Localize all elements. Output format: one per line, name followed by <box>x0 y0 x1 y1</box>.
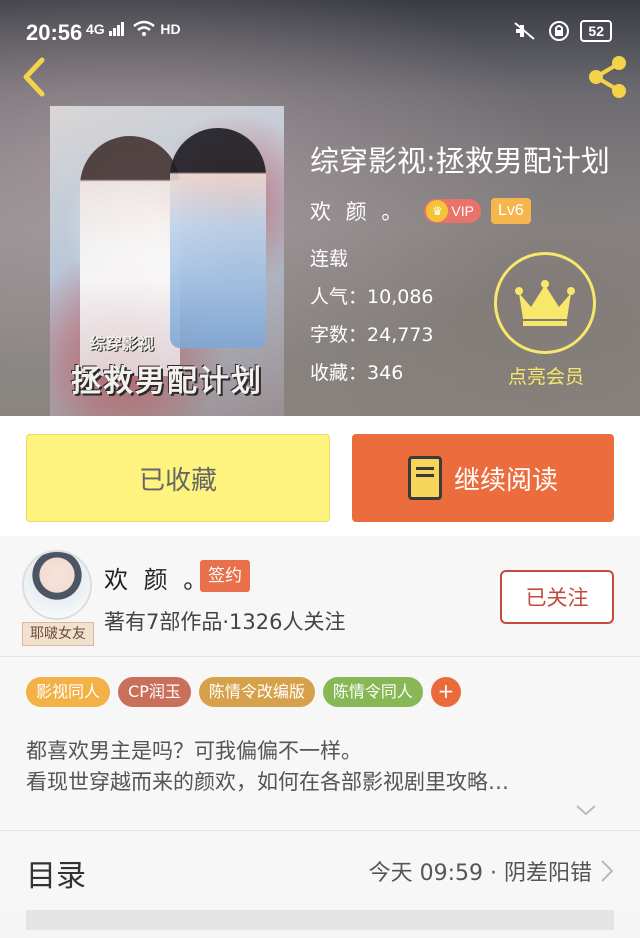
sign-badge: 签约 <box>200 560 250 592</box>
cover-figure-right <box>170 128 266 348</box>
followed-button[interactable]: 已关注 <box>500 570 614 624</box>
author-card-name[interactable]: 欢 颜 。 <box>104 560 211 595</box>
vip-member-label: 点亮会员 <box>507 366 584 388</box>
favorites-value: 346 <box>367 362 404 384</box>
tag-item[interactable]: 影视同人 <box>26 677 111 707</box>
word-count-value: 24,773 <box>367 324 434 346</box>
popularity-value: 10,086 <box>367 286 434 308</box>
vip-crown-icon: ♛ <box>426 200 449 222</box>
catalog-row[interactable]: 目录 今天 09:59 · 阴差阳错 <box>0 830 640 910</box>
status-time: 20:56 <box>26 20 83 45</box>
cover-subtitle: 综穿影视 <box>90 334 155 353</box>
wifi-icon <box>133 20 156 36</box>
author-name[interactable]: 欢 颜 。 <box>310 196 406 226</box>
tag-bar: 影视同人 CP润玉 陈情令改编版 陈情令同人 + <box>0 656 640 728</box>
mute-icon <box>514 22 536 40</box>
chevron-down-icon <box>576 805 596 816</box>
book-status: 连载 <box>310 248 349 270</box>
favorites-label: 收藏： <box>310 362 368 384</box>
back-chevron-icon <box>23 57 45 97</box>
action-bar: 已收藏 继续阅读 <box>0 416 640 536</box>
synopsis[interactable]: 都喜欢男主是吗？可我偏偏不一样。 看现世穿越而来的颜欢，如何在各部影视剧里攻略… <box>0 728 640 830</box>
favorites: 收藏：346 <box>310 360 434 398</box>
book-icon <box>407 456 442 500</box>
latest-chapter: 今天 09:59 · 阴差阳错 <box>368 861 592 886</box>
popularity-label: 人气： <box>310 286 368 308</box>
tag-item[interactable]: CP润玉 <box>118 677 191 707</box>
back-button[interactable] <box>12 52 56 102</box>
continue-reading-button[interactable]: 继续阅读 <box>352 434 614 522</box>
status-bar: 20:56 4G HD 52 <box>0 0 640 48</box>
author-stats: 著有7部作品·1326人关注 <box>104 610 346 634</box>
book-header: 20:56 4G HD 52 综穿影视 拯救男配计划 综穿影视:拯救男配计划 欢… <box>0 0 640 416</box>
author-row: 欢 颜 。 ♛ VIP Lv6 <box>310 196 531 226</box>
book-meta: 连载 人气：10,086 字数：24,773 收藏：346 <box>310 246 434 398</box>
tag-item[interactable]: 陈情令改编版 <box>198 677 315 707</box>
bottom-divider <box>26 910 614 930</box>
synopsis-line-1: 都喜欢男主是吗？可我偏偏不一样。 <box>26 739 362 763</box>
share-icon <box>589 56 626 98</box>
crown-icon <box>515 280 575 326</box>
lock-rotation-icon <box>549 21 570 41</box>
catalog-title: 目录 <box>26 859 86 894</box>
chevron-right-icon <box>601 860 614 882</box>
avatar-tag: 耶啵女友 <box>22 622 94 646</box>
book-cover[interactable]: 综穿影视 拯救男配计划 <box>50 106 284 416</box>
collected-button[interactable]: 已收藏 <box>26 434 330 522</box>
popularity: 人气：10,086 <box>310 284 434 322</box>
synopsis-line-2: 看现世穿越而来的颜欢，如何在各部影视剧里攻略… <box>26 770 509 794</box>
word-count: 字数：24,773 <box>310 322 434 360</box>
network-type: 4G <box>86 21 105 37</box>
word-count-label: 字数： <box>310 324 368 346</box>
hd-icon: HD <box>160 21 181 37</box>
add-tag-button[interactable]: + <box>430 677 461 707</box>
tag-item[interactable]: 陈情令同人 <box>322 677 423 707</box>
vip-member-button[interactable]: 点亮会员 <box>494 252 598 389</box>
signal-bars-icon <box>108 22 124 36</box>
vip-circle <box>494 252 596 354</box>
avatar[interactable] <box>22 550 92 620</box>
synopsis-text: 都喜欢男主是吗？可我偏偏不一样。 看现世穿越而来的颜欢，如何在各部影视剧里攻略… <box>26 736 606 798</box>
battery-icon: 52 <box>580 20 612 42</box>
expand-synopsis-button[interactable] <box>574 800 598 820</box>
tag-row: 影视同人 CP润玉 陈情令改编版 陈情令同人 + <box>26 677 461 707</box>
vip-label: VIP <box>451 203 474 219</box>
share-button[interactable] <box>582 52 632 102</box>
book-title: 综穿影视:拯救男配计划 <box>310 144 610 178</box>
continue-reading-label: 继续阅读 <box>453 465 558 496</box>
cover-title: 拯救男配计划 <box>71 364 263 399</box>
level-badge: Lv6 <box>490 198 531 224</box>
author-card: 耶啵女友 欢 颜 。 签约 著有7部作品·1326人关注 已关注 <box>0 536 640 656</box>
signal-icon: 4G HD <box>86 20 181 37</box>
vip-badge: ♛ VIP <box>424 199 481 223</box>
